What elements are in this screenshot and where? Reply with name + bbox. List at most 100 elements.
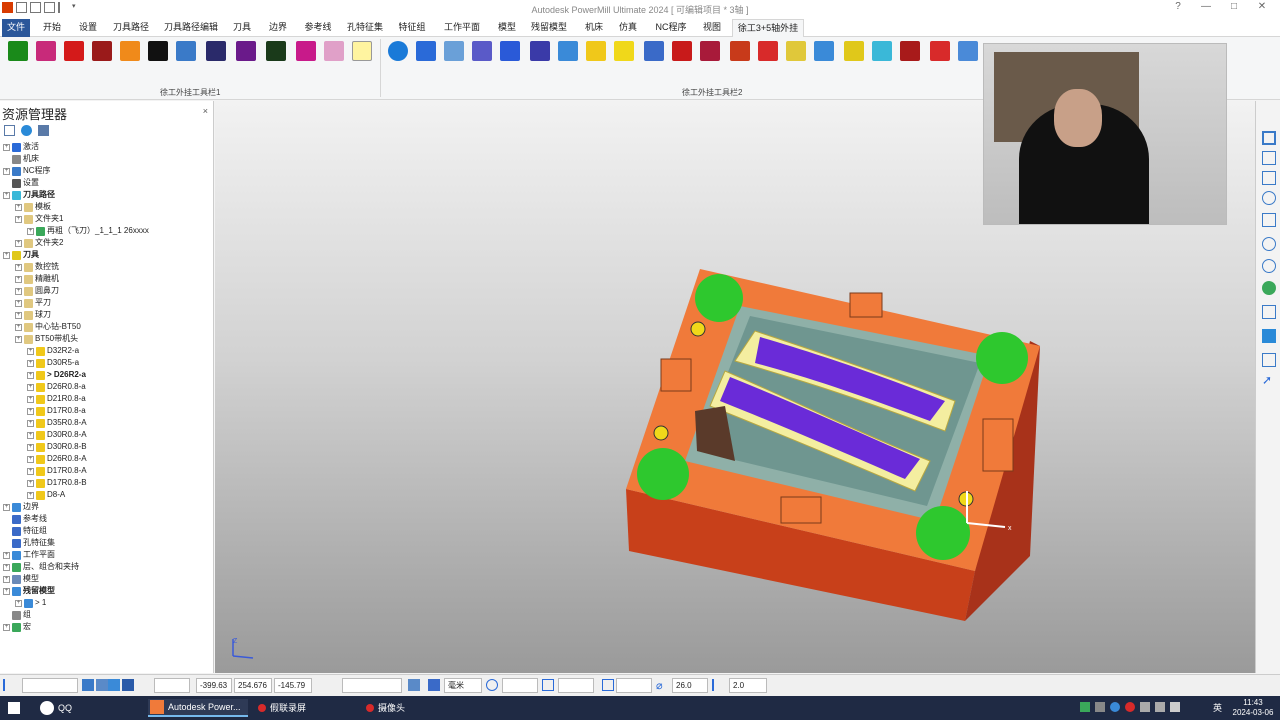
tree-node[interactable]: 设置 [3,177,39,189]
tray-icon-2[interactable] [1095,702,1105,712]
plugin-arrows-icon[interactable] [416,41,436,61]
tool-icon[interactable] [602,679,614,691]
expand-toggle-icon[interactable]: + [27,479,34,487]
expand-toggle-icon[interactable]: + [15,203,22,211]
expand-toggle-icon[interactable]: + [15,275,22,283]
expand-toggle-icon[interactable]: + [27,347,34,355]
tool-axis-icon[interactable] [542,679,554,691]
tree-view-icon[interactable] [4,125,15,136]
tab-toolpaths[interactable]: 刀具路径 [110,19,152,37]
expand-toggle-icon[interactable]: + [27,443,34,451]
tree-node[interactable]: + 刀具路径 [3,189,55,201]
tree-node[interactable]: + 平刀 [15,297,51,309]
tree-node[interactable]: + 精雕机 [15,273,59,285]
clock[interactable]: 11:43 2024-03-06 [1230,698,1276,718]
tree-node[interactable]: 孔特征集 [3,537,55,549]
plugin-texture-icon[interactable] [730,41,750,61]
ime-indicator[interactable]: 英 [1213,701,1222,714]
expand-toggle-icon[interactable]: + [3,503,10,511]
plugin-tool-icon[interactable] [844,41,864,61]
coord-x-field[interactable]: -399.63 [196,678,232,693]
expand-toggle-icon[interactable]: + [15,599,22,607]
solid-view-icon[interactable] [1262,329,1276,343]
coord-z-field[interactable]: -145.79 [274,678,312,693]
plugin-gradient-icon[interactable] [236,41,256,61]
workplane-select[interactable] [22,678,78,693]
explorer-close-button[interactable]: × [203,106,208,116]
tab-tools[interactable]: 刀具 [228,19,256,37]
tree-node[interactable]: + 模板 [15,201,51,213]
tab-xugong-plugin[interactable]: 徐工3+5轴外挂 [732,19,804,37]
select-icon[interactable] [1262,353,1276,367]
plugin-chart-icon[interactable] [444,41,464,61]
minimize-button[interactable]: — [1192,1,1220,12]
workplane-origin-icon[interactable] [486,679,498,691]
help-button[interactable]: ? [1164,1,1192,12]
tab-setup[interactable]: 设置 [74,19,102,37]
tray-icon-4[interactable] [1125,702,1135,712]
tree-node[interactable]: 组 [3,609,31,621]
tree-node[interactable]: + 边界 [3,501,39,513]
status-angle-icon[interactable] [3,679,15,691]
tree-node[interactable]: + 工作平面 [3,549,55,561]
plugin-measure-icon[interactable] [872,41,892,61]
expand-toggle-icon[interactable]: + [3,587,10,595]
view-front-icon[interactable] [1262,151,1276,165]
tree-node[interactable]: + 宏 [3,621,31,633]
tree-node[interactable]: + D26R0.8-a [27,381,86,393]
tree-node[interactable]: + BT50带机头 [15,333,78,345]
tab-start[interactable]: 开始 [38,19,66,37]
maximize-button[interactable]: □ [1220,1,1248,12]
tree-node[interactable]: + 刀具 [3,249,39,261]
tree-node[interactable]: + 残留模型 [3,585,55,597]
plugin-split-icon[interactable] [296,41,316,61]
expand-toggle-icon[interactable]: + [15,335,22,343]
expand-toggle-icon[interactable]: + [27,419,34,427]
plugin-pattern2-icon[interactable] [758,41,778,61]
tab-boundaries[interactable]: 边界 [264,19,292,37]
tab-patterns[interactable]: 参考线 [300,19,336,37]
zoom-in-icon[interactable] [1262,237,1276,251]
expand-toggle-icon[interactable]: + [27,431,34,439]
tree-node[interactable]: + 激活 [3,141,39,153]
tree-node[interactable]: + D26R0.8-A [27,453,87,465]
plugin-pattern-icon[interactable] [92,41,112,61]
expand-toggle-icon[interactable]: + [15,287,22,295]
tree-node[interactable]: + D17R0.8-B [27,477,87,489]
expand-toggle-icon[interactable]: + [3,251,10,259]
plugin-calc-icon[interactable] [930,41,950,61]
plugin-gears-icon[interactable] [176,41,196,61]
tab-simulation[interactable]: 仿真 [614,19,642,37]
expand-toggle-icon[interactable]: + [3,575,10,583]
tree-node[interactable]: + 中心钻-BT50 [15,321,81,333]
plugin-wave-icon[interactable] [558,41,578,61]
tab-models[interactable]: 模型 [494,19,520,37]
tree-node[interactable]: + D17R0.8-a [27,405,86,417]
tree-node[interactable]: + > D26R2-a [27,369,86,381]
expand-toggle-icon[interactable]: + [15,215,22,223]
tray-icon-3[interactable] [1110,702,1120,712]
expand-toggle-icon[interactable]: + [27,359,34,367]
wireframe-icon[interactable] [1262,305,1276,319]
plugin-diamond-icon[interactable] [958,41,978,61]
expand-toggle-icon[interactable]: + [27,407,34,415]
tab-feature-groups[interactable]: 特征组 [394,19,430,37]
plugin-red-icon[interactable] [700,41,720,61]
expand-toggle-icon[interactable]: + [3,143,10,151]
tab-toolpath-edit[interactable]: 刀具路径编辑 [162,19,220,37]
tree-node[interactable]: + D30R0.8-B [27,441,87,453]
view-top-icon[interactable] [1262,131,1276,145]
plugin-high-icon[interactable] [672,41,692,61]
tree-node[interactable]: + D32R2-a [27,345,79,357]
tree-node[interactable]: + D8-A [27,489,65,501]
plugin-box-icon[interactable] [120,41,140,61]
tree-node[interactable]: + 数控铣 [15,261,59,273]
coord-y-field[interactable]: 254.676 [234,678,272,693]
expand-toggle-icon[interactable]: + [3,551,10,559]
tree-node[interactable]: + 文件夹1 [15,213,63,225]
expand-toggle-icon[interactable]: + [3,623,10,631]
zoom-icon[interactable] [1262,191,1276,205]
expand-toggle-icon[interactable]: + [3,191,10,199]
plugin-axis-icon[interactable] [814,41,834,61]
status-cursor-icon[interactable] [82,679,94,691]
